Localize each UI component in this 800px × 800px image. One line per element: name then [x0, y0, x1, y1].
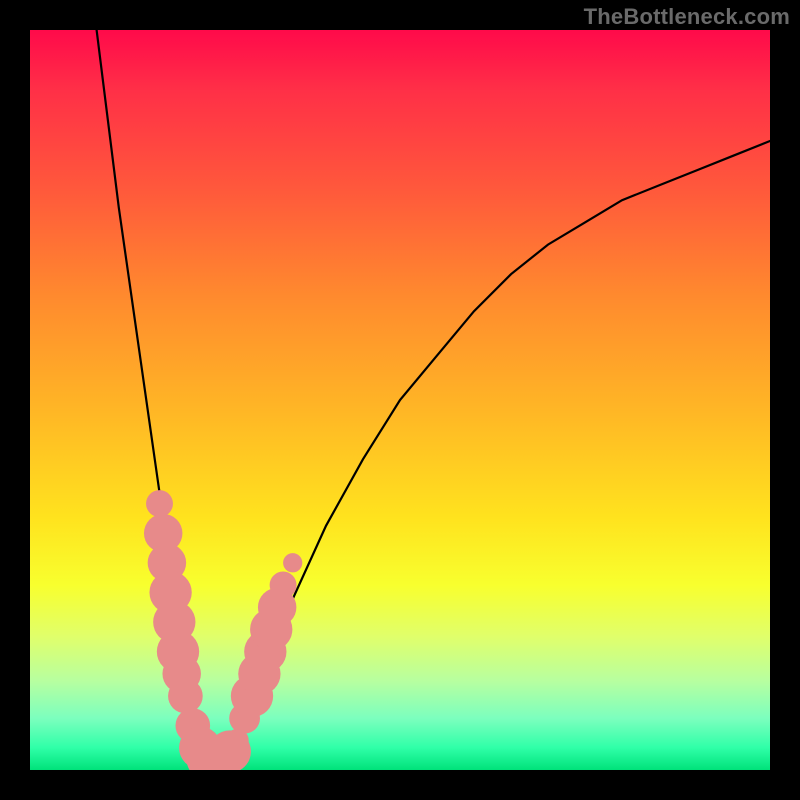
- curve-marker: [270, 572, 297, 599]
- watermark-text: TheBottleneck.com: [584, 4, 790, 30]
- curve-marker: [146, 490, 173, 517]
- curve-marker: [283, 553, 302, 572]
- curve-marker: [168, 679, 203, 714]
- curve-svg: [30, 30, 770, 770]
- curve-markers: [144, 490, 302, 770]
- chart-frame: TheBottleneck.com: [0, 0, 800, 800]
- plot-area: [30, 30, 770, 770]
